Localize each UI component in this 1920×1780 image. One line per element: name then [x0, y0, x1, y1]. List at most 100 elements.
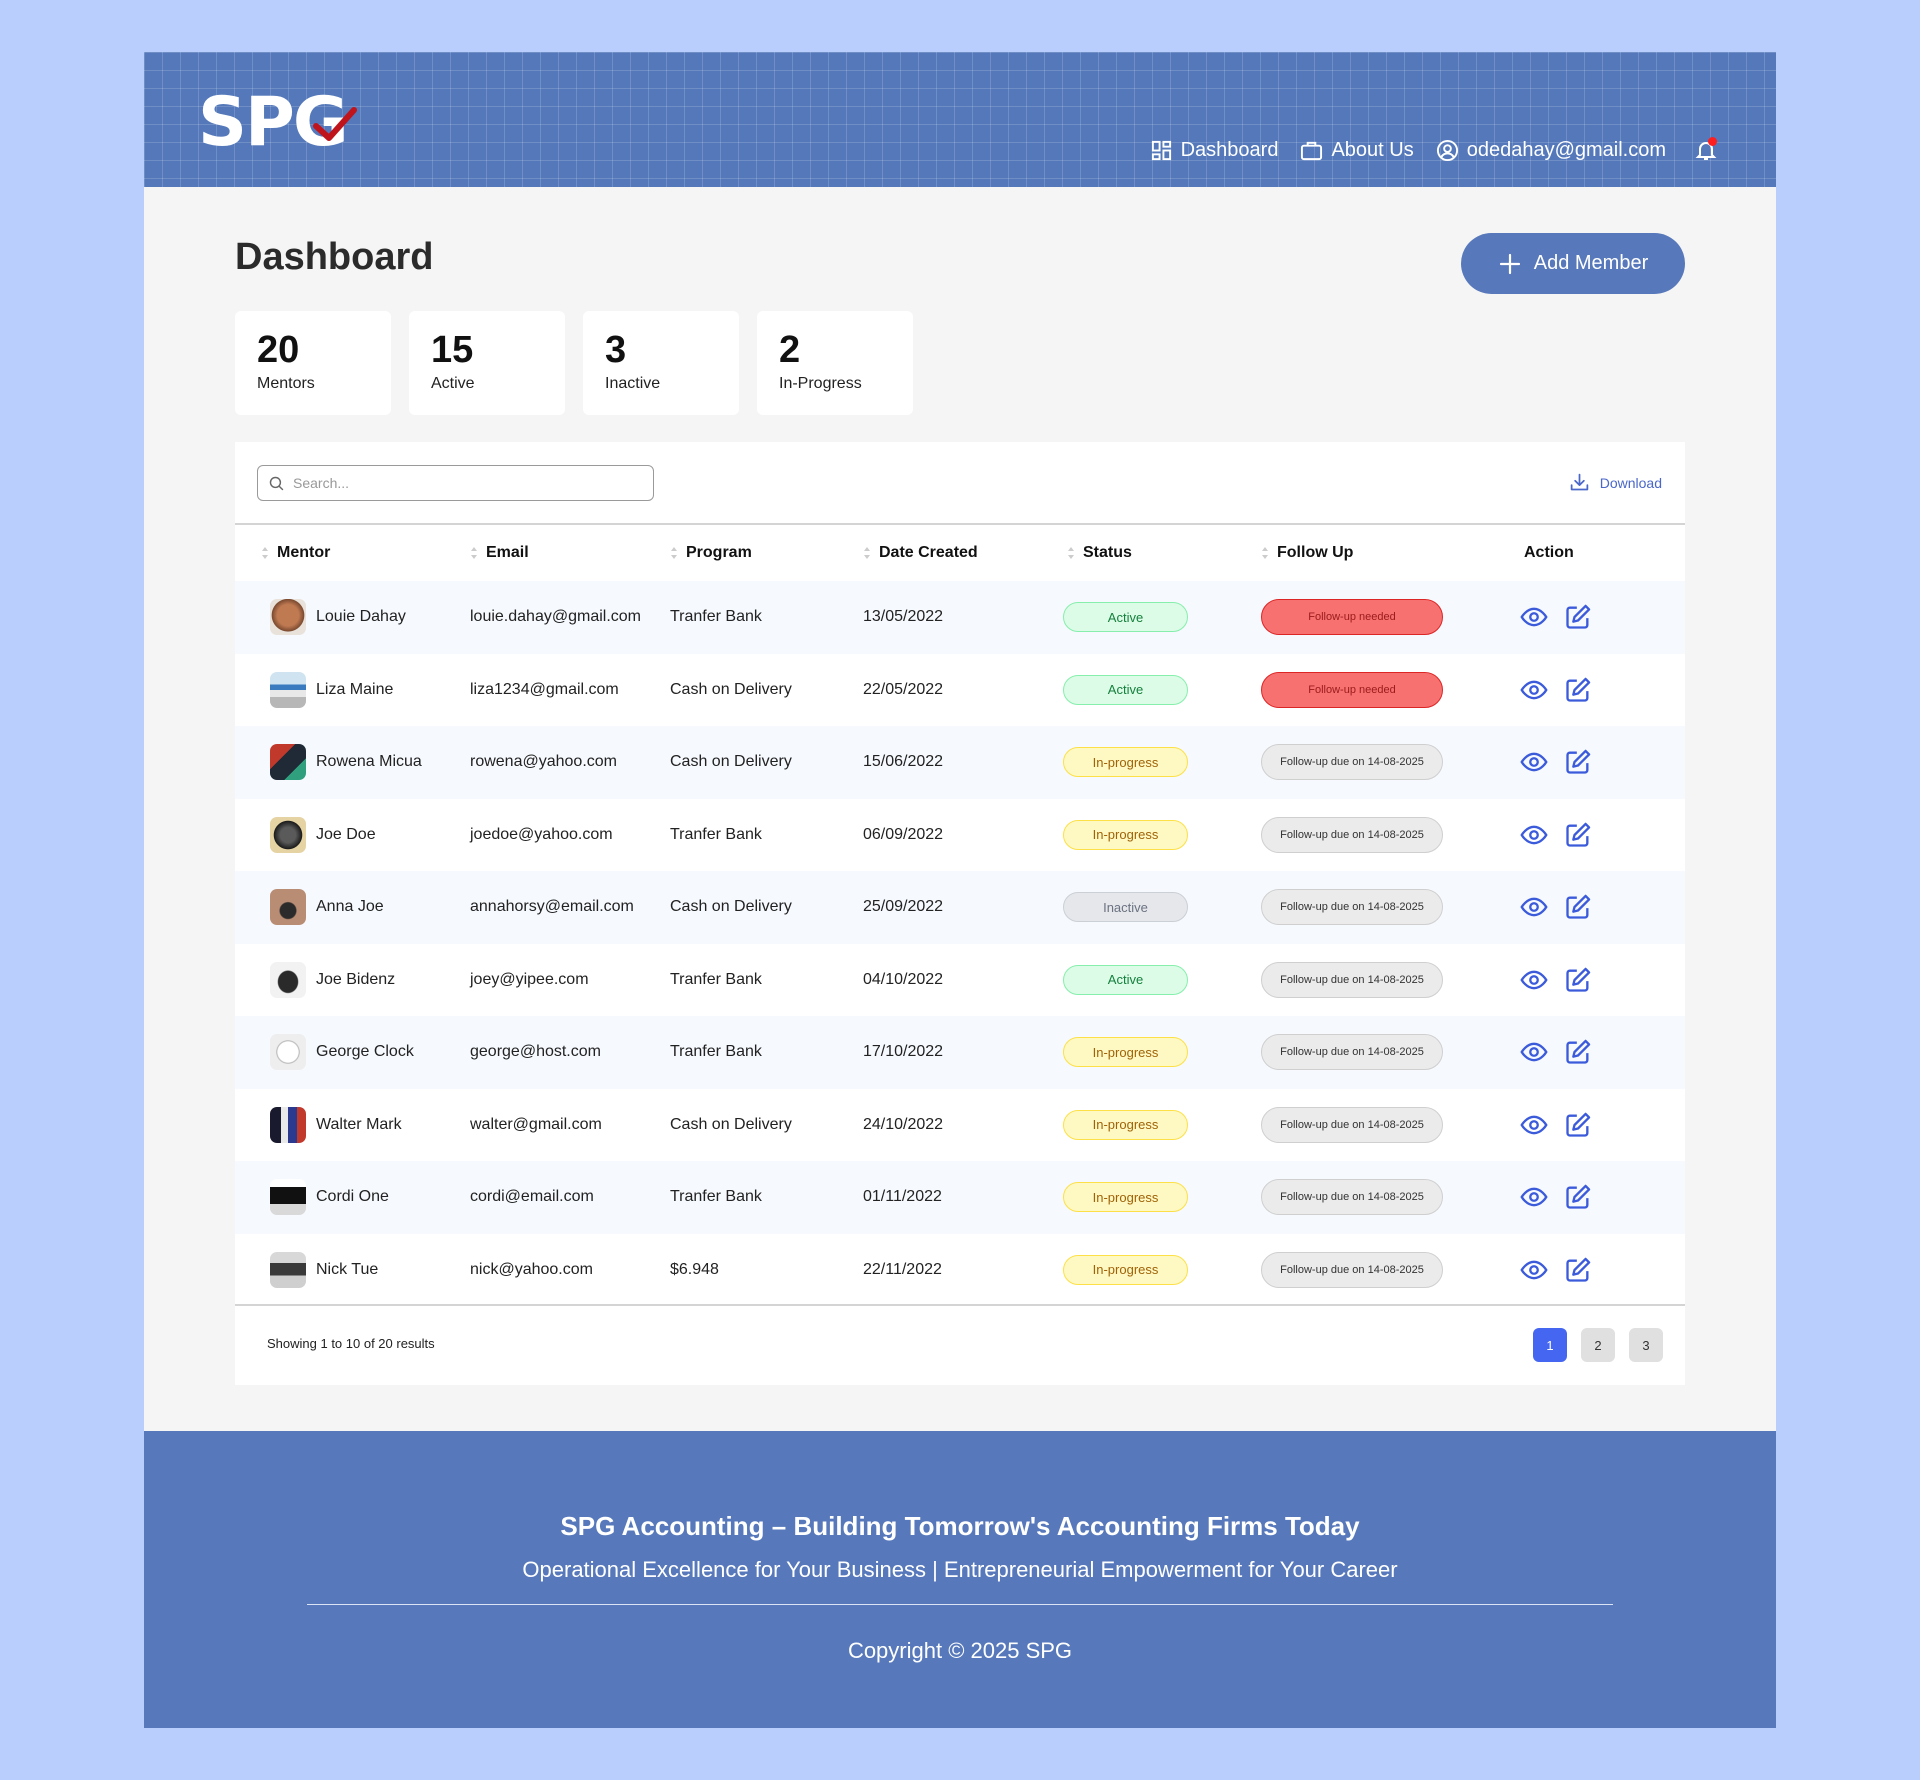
- mentor-cell: Anna Joe: [270, 871, 384, 944]
- mentor-name: Anna Joe: [316, 898, 384, 916]
- view-icon[interactable]: [1520, 676, 1548, 704]
- col-mentor-header[interactable]: Mentor: [261, 525, 330, 581]
- col-date-header[interactable]: Date Created: [863, 525, 978, 581]
- email-cell: louie.dahay@gmail.com: [470, 608, 641, 626]
- add-member-button[interactable]: Add Member: [1461, 233, 1685, 294]
- search-box[interactable]: [257, 465, 654, 501]
- mentors-table-panel: Download Mentor Email Program Date Creat…: [235, 442, 1685, 1385]
- table-row: Joe Bidenz joey@yipee.com Tranfer Bank 04/1…: [235, 944, 1685, 1017]
- follow-up-badge: Follow-up due on 14-08-2025: [1261, 961, 1443, 998]
- mentor-name: Nick Tue: [316, 1260, 379, 1278]
- avatar: [270, 744, 306, 781]
- program-cell: Tranfer Bank: [670, 608, 762, 626]
- col-label: Action: [1524, 544, 1574, 561]
- user-circle-icon: [1436, 139, 1458, 161]
- email-cell: nick@yahoo.com: [470, 1260, 593, 1278]
- mentor-name: Rowena Micua: [316, 753, 422, 771]
- view-icon[interactable]: [1520, 966, 1548, 994]
- plus-icon: [1499, 253, 1520, 274]
- nav-about-label: About Us: [1331, 138, 1414, 161]
- follow-up-badge: Follow-up due on 14-08-2025: [1261, 816, 1443, 853]
- edit-icon[interactable]: [1564, 603, 1592, 631]
- top-header: SPG Dashboard About Us odedahay@gmail.co…: [144, 52, 1776, 187]
- edit-icon[interactable]: [1564, 821, 1592, 849]
- mentor-cell: Joe Bidenz: [270, 944, 395, 1017]
- view-icon[interactable]: [1520, 1183, 1548, 1211]
- status-badge: In-progress: [1063, 1037, 1188, 1068]
- edit-icon[interactable]: [1564, 1111, 1592, 1139]
- status-cell: Active: [1063, 944, 1188, 1017]
- follow-up-badge: Follow-up needed: [1261, 671, 1443, 708]
- mentor-name: Joe Doe: [316, 825, 376, 843]
- mentor-name: Louie Dahay: [316, 608, 406, 626]
- view-icon[interactable]: [1520, 1111, 1548, 1139]
- footer-copyright: Copyright © 2025 SPG: [847, 1638, 1073, 1663]
- col-email-header[interactable]: Email: [470, 525, 529, 581]
- follow-up-cell: Follow-up needed: [1261, 654, 1443, 727]
- email-cell: george@host.com: [470, 1043, 601, 1061]
- action-cell: [1520, 799, 1592, 872]
- col-follow-header[interactable]: Follow Up: [1261, 525, 1353, 581]
- edit-icon[interactable]: [1564, 748, 1592, 776]
- page-button-2[interactable]: 2: [1581, 1328, 1615, 1362]
- table-row: Joe Doe joedoe@yahoo.com Tranfer Bank 06/09…: [235, 799, 1685, 872]
- view-icon[interactable]: [1520, 893, 1548, 921]
- action-cell: [1520, 726, 1592, 799]
- status-cell: Active: [1063, 581, 1188, 654]
- download-label: Download: [1599, 474, 1662, 491]
- mentor-cell: Nick Tue: [270, 1234, 378, 1307]
- table-header: Mentor Email Program Date Created Status…: [235, 525, 1685, 581]
- status-cell: Inactive: [1063, 871, 1188, 944]
- edit-icon[interactable]: [1564, 1183, 1592, 1211]
- sort-icon: [1068, 547, 1074, 559]
- nav-dashboard[interactable]: Dashboard: [1150, 139, 1278, 162]
- edit-icon[interactable]: [1564, 893, 1592, 921]
- follow-up-cell: Follow-up due on 14-08-2025: [1261, 1234, 1443, 1307]
- status-badge: In-progress: [1063, 1109, 1188, 1140]
- follow-up-cell: Follow-up needed: [1261, 581, 1443, 654]
- stat-card-in-progress: 2 In-Progress: [757, 311, 913, 415]
- col-status-header[interactable]: Status: [1067, 525, 1132, 581]
- divider: [235, 1304, 1685, 1306]
- follow-up-badge: Follow-up due on 14-08-2025: [1261, 744, 1443, 781]
- view-icon[interactable]: [1520, 1038, 1548, 1066]
- email-cell: liza1234@gmail.com: [470, 680, 619, 698]
- dashboard-icon: [1151, 140, 1171, 160]
- avatar: [270, 671, 306, 708]
- edit-icon[interactable]: [1564, 676, 1592, 704]
- program-cell: Tranfer Bank: [670, 825, 762, 843]
- view-icon[interactable]: [1520, 748, 1548, 776]
- nav-account[interactable]: odedahay@gmail.com: [1436, 139, 1666, 162]
- download-button[interactable]: Download: [1569, 472, 1662, 493]
- avatar: [270, 961, 306, 998]
- edit-icon[interactable]: [1564, 1256, 1592, 1284]
- status-cell: In-progress: [1063, 1161, 1188, 1234]
- status-cell: In-progress: [1063, 726, 1188, 799]
- follow-up-cell: Follow-up due on 14-08-2025: [1261, 944, 1443, 1017]
- date-cell: 17/10/2022: [863, 1043, 944, 1061]
- edit-icon[interactable]: [1564, 966, 1592, 994]
- email-cell: joedoe@yahoo.com: [470, 825, 613, 843]
- view-icon[interactable]: [1520, 1256, 1548, 1284]
- page-button-3[interactable]: 3: [1629, 1328, 1663, 1362]
- table-row: Louie Dahay louie.dahay@gmail.com Tranfer …: [235, 581, 1685, 654]
- page-button-1[interactable]: 1: [1533, 1328, 1567, 1362]
- action-cell: [1520, 581, 1592, 654]
- nav-about[interactable]: About Us: [1300, 138, 1414, 162]
- spg-logo[interactable]: SPG: [198, 89, 357, 157]
- action-cell: [1520, 654, 1592, 727]
- search-input[interactable]: [293, 475, 633, 491]
- col-program-header[interactable]: Program: [670, 525, 752, 581]
- sort-icon: [262, 547, 268, 559]
- status-cell: Active: [1063, 654, 1188, 727]
- avatar: [270, 1251, 306, 1288]
- table-row: George Clock george@host.com Tranfer Bank 1…: [235, 1016, 1685, 1089]
- view-icon[interactable]: [1520, 821, 1548, 849]
- col-label: Date Created: [879, 544, 978, 561]
- status-badge: Inactive: [1063, 892, 1188, 923]
- view-icon[interactable]: [1520, 603, 1548, 631]
- notifications-button[interactable]: [1694, 137, 1718, 162]
- table-row: Liza Maine liza1234@gmail.com Cash on Deli…: [235, 654, 1685, 727]
- action-cell: [1520, 871, 1592, 944]
- edit-icon[interactable]: [1564, 1038, 1592, 1066]
